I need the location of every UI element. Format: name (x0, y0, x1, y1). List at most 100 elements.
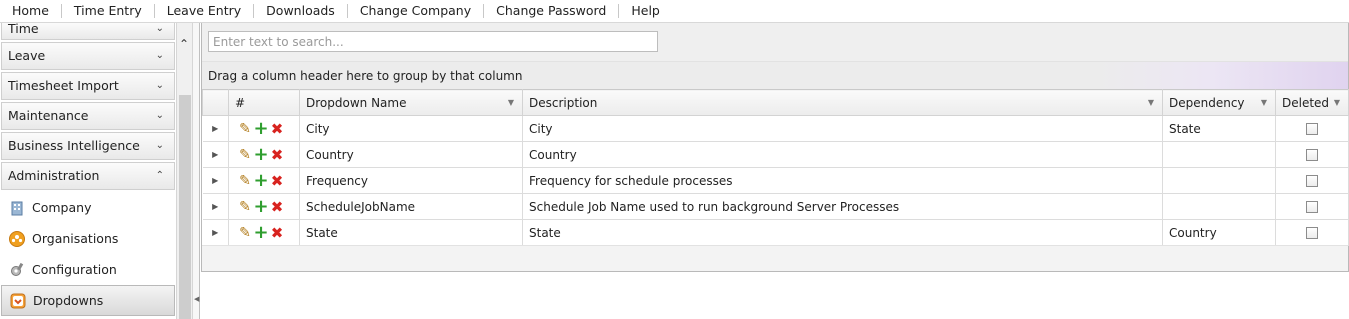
deleted-checkbox[interactable] (1306, 227, 1318, 239)
header-num[interactable]: # (228, 89, 300, 116)
header-dependency[interactable]: Dependency ▼ (1162, 89, 1276, 116)
deleted-checkbox[interactable] (1306, 201, 1318, 213)
add-icon[interactable]: + (253, 145, 269, 163)
top-menu-bar: Home Time Entry Leave Entry Downloads Ch… (0, 0, 1349, 23)
cell-dropdown-name: City (299, 115, 523, 142)
cell-deleted (1275, 141, 1349, 168)
row-actions: ✎ + ✖ (228, 141, 300, 168)
dropdowns-grid: Drag a column header here to group by th… (201, 23, 1349, 272)
sidebar-group-label: Leave (8, 48, 46, 63)
delete-icon[interactable]: ✖ (269, 173, 285, 189)
header-deleted[interactable]: Deleted ▼ (1275, 89, 1349, 116)
menu-help[interactable]: Help (619, 4, 672, 18)
chevron-up-icon: ⌃ (155, 170, 164, 181)
header-description[interactable]: Description ▼ (522, 89, 1163, 116)
expand-row-icon[interactable]: ▶ (202, 141, 229, 168)
filter-icon[interactable]: ▼ (508, 98, 514, 107)
cell-dependency: State (1162, 115, 1276, 142)
sidebar-group-label: Administration (8, 168, 100, 183)
header-expand (202, 89, 229, 116)
search-input[interactable] (208, 31, 658, 52)
sidebar-group-maintenance[interactable]: Maintenance ⌄ (1, 102, 175, 130)
panel-splitter[interactable]: ◀ (192, 23, 200, 319)
edit-icon[interactable]: ✎ (237, 147, 253, 163)
chevron-down-icon: ⌄ (155, 23, 164, 34)
sidebar-item-label: Configuration (32, 262, 117, 277)
table-row: ▶ ✎ + ✖ ScheduleJobName Schedule Job Name … (202, 193, 1349, 220)
filter-icon[interactable]: ▼ (1148, 98, 1154, 107)
sidebar-scrollbar[interactable]: ⌃ (176, 23, 192, 319)
menu-time-entry[interactable]: Time Entry (62, 4, 155, 18)
expand-row-icon[interactable]: ▶ (202, 167, 229, 194)
cell-deleted (1275, 115, 1349, 142)
filter-icon[interactable]: ▼ (1261, 98, 1267, 107)
deleted-checkbox[interactable] (1306, 123, 1318, 135)
add-icon[interactable]: + (253, 197, 269, 215)
sidebar: Time ⌄ Leave ⌄ Timesheet Import ⌄ Mainte… (0, 23, 176, 319)
delete-icon[interactable]: ✖ (269, 121, 285, 137)
add-icon[interactable]: + (253, 223, 269, 241)
sidebar-item-company[interactable]: Company (1, 192, 176, 223)
group-by-panel[interactable]: Drag a column header here to group by th… (202, 61, 1348, 89)
delete-icon[interactable]: ✖ (269, 225, 285, 241)
chevron-up-icon[interactable]: ⌃ (179, 37, 189, 51)
cell-description: City (522, 115, 1163, 142)
sidebar-group-administration[interactable]: Administration ⌃ (1, 162, 175, 190)
header-dropdown-name[interactable]: Dropdown Name ▼ (299, 89, 523, 116)
chevron-down-icon: ⌄ (155, 140, 164, 151)
add-icon[interactable]: + (253, 171, 269, 189)
table-row: ▶ ✎ + ✖ Frequency Frequency for schedule p… (202, 167, 1349, 194)
delete-icon[interactable]: ✖ (269, 147, 285, 163)
sidebar-group-label: Business Intelligence (8, 138, 140, 153)
header-label: Description (529, 95, 598, 110)
expand-row-icon[interactable]: ▶ (202, 219, 229, 246)
edit-icon[interactable]: ✎ (237, 225, 253, 241)
scrollbar-thumb[interactable] (179, 95, 191, 319)
cell-description: Schedule Job Name used to run background… (522, 193, 1163, 220)
deleted-checkbox[interactable] (1306, 175, 1318, 187)
sidebar-item-label: Organisations (32, 231, 119, 246)
header-label: Deleted (1282, 95, 1330, 110)
collapse-arrow-icon[interactable]: ◀ (194, 295, 199, 303)
grid-footer (202, 245, 1348, 271)
sidebar-group-business-intelligence[interactable]: Business Intelligence ⌄ (1, 132, 175, 160)
sidebar-group-label: Timesheet Import (8, 78, 119, 93)
header-row: # Dropdown Name ▼ Description ▼ Dependency… (202, 89, 1349, 116)
table-row: ▶ ✎ + ✖ State State Country (202, 219, 1349, 246)
cell-dropdown-name: Frequency (299, 167, 523, 194)
dropdowns-icon (9, 292, 27, 310)
edit-icon[interactable]: ✎ (237, 121, 253, 137)
table-row: ▶ ✎ + ✖ Country Country (202, 141, 1349, 168)
grid-table: # Dropdown Name ▼ Description ▼ Dependency… (202, 89, 1349, 246)
sidebar-group-timesheet-import[interactable]: Timesheet Import ⌄ (1, 72, 175, 100)
table-row: ▶ ✎ + ✖ City City State (202, 115, 1349, 142)
sidebar-item-organisations[interactable]: Organisations (1, 223, 176, 254)
sidebar-item-configuration[interactable]: Configuration (1, 254, 176, 285)
sidebar-group-leave[interactable]: Leave ⌄ (1, 42, 175, 70)
sidebar-group-time[interactable]: Time ⌄ (1, 23, 175, 40)
company-icon (8, 199, 26, 217)
chevron-down-icon: ⌄ (155, 50, 164, 61)
add-icon[interactable]: + (253, 119, 269, 137)
menu-downloads[interactable]: Downloads (254, 4, 348, 18)
menu-leave-entry[interactable]: Leave Entry (155, 4, 255, 18)
chevron-down-icon: ⌄ (155, 110, 164, 121)
sidebar-item-label: Dropdowns (33, 293, 104, 308)
sidebar-item-dropdowns[interactable]: Dropdowns (1, 285, 175, 316)
menu-change-password[interactable]: Change Password (484, 4, 620, 18)
sidebar-item-label: Company (32, 200, 92, 215)
cell-deleted (1275, 193, 1349, 220)
sidebar-group-label: Maintenance (8, 108, 89, 123)
expand-row-icon[interactable]: ▶ (202, 193, 229, 220)
edit-icon[interactable]: ✎ (237, 199, 253, 215)
deleted-checkbox[interactable] (1306, 149, 1318, 161)
header-label: Dependency (1169, 95, 1245, 110)
configuration-icon (8, 261, 26, 279)
edit-icon[interactable]: ✎ (237, 173, 253, 189)
expand-row-icon[interactable]: ▶ (202, 115, 229, 142)
menu-change-company[interactable]: Change Company (348, 4, 485, 18)
menu-home[interactable]: Home (0, 4, 62, 18)
filter-icon[interactable]: ▼ (1334, 98, 1340, 107)
cell-dependency: Country (1162, 219, 1276, 246)
delete-icon[interactable]: ✖ (269, 199, 285, 215)
